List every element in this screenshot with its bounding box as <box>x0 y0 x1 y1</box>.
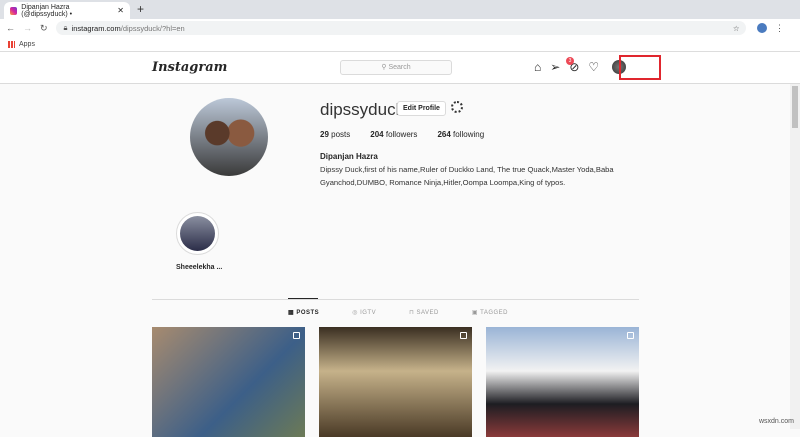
url-host: instagram.com <box>71 23 121 33</box>
url-path: /dipssyduck/?hl=en <box>120 23 185 33</box>
tab-posts[interactable]: ▦ POSTS <box>288 309 319 316</box>
edit-profile-button[interactable]: Edit Profile <box>397 101 446 116</box>
direct-icon[interactable]: ➢ <box>550 60 560 74</box>
story-highlight-label: Sheeelekha ... <box>176 264 223 271</box>
instagram-header: Instagram ⚲ Search ⌂ ➢ ⊘ ♡ 3 <box>0 52 800 84</box>
forward-icon[interactable]: → <box>23 23 32 33</box>
back-icon[interactable]: ← <box>6 23 15 33</box>
post-thumbnail[interactable] <box>486 327 639 437</box>
tab-igtv[interactable]: ◎ IGTV <box>352 309 376 316</box>
home-icon[interactable]: ⌂ <box>534 60 541 74</box>
following-link[interactable]: 264 following <box>437 130 484 139</box>
browser-toolbar: ← → ↻ 🔒︎ instagram.com/dipssyduck/?hl=en ☆ ⋮ <box>0 19 800 37</box>
settings-gear-icon[interactable] <box>451 101 463 113</box>
reload-icon[interactable]: ↻ <box>40 23 48 34</box>
tab-title: Dipanjan Hazra (@dipssyduck) • <box>21 3 73 18</box>
tab-tagged[interactable]: ▣ TAGGED <box>472 309 508 316</box>
profile-username: dipssyduck <box>320 100 405 119</box>
posts-count: 29 posts <box>320 130 351 139</box>
apps-grid-icon <box>8 40 15 48</box>
story-highlight[interactable] <box>176 212 219 255</box>
instagram-favicon-icon <box>10 6 18 15</box>
tab-saved[interactable]: ⊓ SAVED <box>409 309 439 316</box>
followers-link[interactable]: 204 followers <box>370 130 417 139</box>
carousel-icon <box>460 332 467 339</box>
carousel-icon <box>627 332 634 339</box>
bookmark-star-icon[interactable]: ☆ <box>733 24 740 33</box>
watermark: wsxdn.com <box>758 418 794 425</box>
bio: Dipssy Duck,first of his name,Ruler of D… <box>320 165 614 187</box>
bookmark-apps[interactable]: Apps <box>19 41 35 48</box>
scrollbar[interactable] <box>790 84 800 429</box>
profile-avatar-icon[interactable] <box>757 23 767 33</box>
new-tab-button[interactable]: + <box>137 2 144 16</box>
highlight-box <box>619 55 661 80</box>
browser-tab-strip: Dipanjan Hazra (@dipssyduck) • ✕ + <box>0 0 800 19</box>
search-input[interactable]: ⚲ Search <box>340 60 452 75</box>
active-tab-indicator <box>288 298 318 299</box>
notification-badge: 3 <box>566 57 574 65</box>
profile-picture[interactable] <box>190 98 268 176</box>
carousel-icon <box>293 332 300 339</box>
post-thumbnail[interactable] <box>152 327 305 437</box>
instagram-logo[interactable]: Instagram <box>152 60 227 75</box>
address-bar[interactable]: 🔒︎ instagram.com/dipssyduck/?hl=en ☆ <box>55 21 746 35</box>
post-thumbnail[interactable] <box>319 327 472 437</box>
close-tab-icon[interactable]: ✕ <box>117 6 124 15</box>
menu-icon[interactable]: ⋮ <box>775 23 784 34</box>
activity-heart-icon[interactable]: ♡ <box>588 60 599 74</box>
lock-icon: 🔒︎ <box>63 23 68 32</box>
browser-tab[interactable]: Dipanjan Hazra (@dipssyduck) • ✕ <box>4 2 130 19</box>
divider <box>152 299 639 300</box>
search-placeholder: Search <box>388 64 411 71</box>
bookmarks-bar: Apps <box>0 37 800 52</box>
full-name: Dipanjan Hazra <box>320 152 378 161</box>
